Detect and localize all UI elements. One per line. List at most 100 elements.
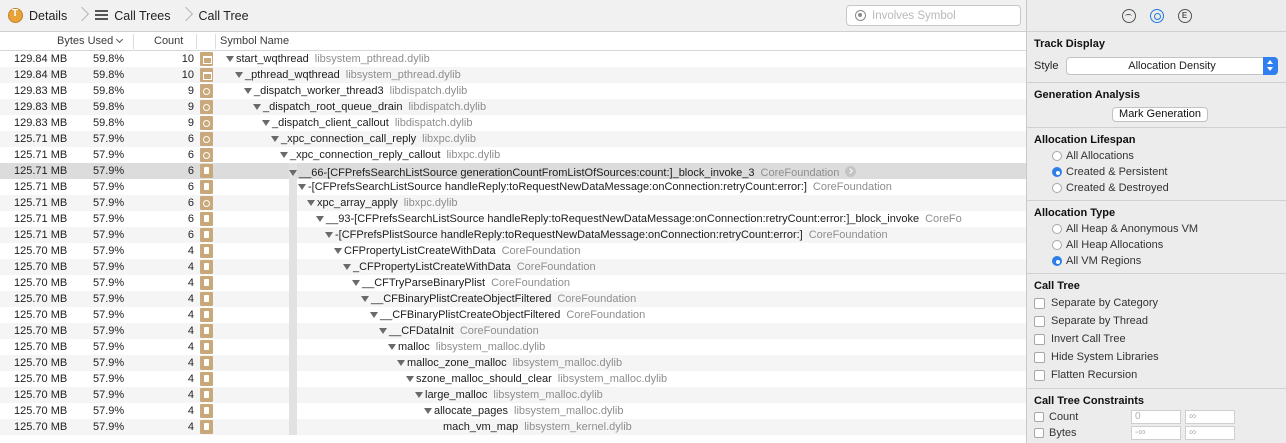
- disclosure-triangle-icon[interactable]: [352, 280, 360, 286]
- constraint-min-field[interactable]: -∞: [1131, 426, 1181, 440]
- table-row[interactable]: 129.84 MB 59.8% 10 _pthread_wqthread libsyst…: [0, 67, 1026, 83]
- table-row[interactable]: 125.70 MB 57.9% 4 large_malloc libsystem_mal…: [0, 387, 1026, 403]
- disclosure-triangle-icon[interactable]: [370, 312, 378, 318]
- gear-icon[interactable]: [1149, 8, 1164, 23]
- table-row[interactable]: 125.70 MB 57.9% 4 malloc_zone_malloc libsyst…: [0, 355, 1026, 371]
- radio-option[interactable]: All Heap Allocations: [1034, 237, 1286, 253]
- disclosure-triangle-icon[interactable]: [397, 360, 405, 366]
- disclosure-triangle-icon[interactable]: [262, 120, 270, 126]
- disclosure-triangle-icon[interactable]: [406, 376, 414, 382]
- column-divider[interactable]: [196, 34, 197, 49]
- focus-arrow-icon[interactable]: [845, 166, 857, 177]
- mark-generation-button[interactable]: Mark Generation: [1112, 107, 1208, 122]
- disclosure-triangle-icon[interactable]: [253, 104, 261, 110]
- checkbox-option[interactable]: Flatten Recursion: [1032, 366, 1286, 384]
- disclosure-triangle-icon[interactable]: [316, 216, 324, 222]
- table-row[interactable]: 129.83 MB 59.8% 9 _dispatch_root_queue_drai…: [0, 99, 1026, 115]
- disclosure-triangle-icon[interactable]: [325, 232, 333, 238]
- disclosure-triangle-icon[interactable]: [424, 408, 432, 414]
- search-input[interactable]: [872, 9, 1012, 22]
- disclosure-triangle-icon[interactable]: [244, 88, 252, 94]
- disclosure-triangle-icon[interactable]: [343, 264, 351, 270]
- symbol-name: __CFBinaryPlistCreateObjectFiltered: [371, 293, 552, 305]
- table-row[interactable]: 125.70 MB 57.9% 4 _CFPropertyListCreateWith…: [0, 259, 1026, 275]
- breadcrumb-call-tree-label: Call Tree: [198, 8, 249, 23]
- column-divider[interactable]: [215, 34, 216, 49]
- column-symbol-name[interactable]: Symbol Name: [220, 35, 289, 47]
- disclosure-triangle-icon[interactable]: [379, 328, 387, 334]
- table-row[interactable]: 125.70 MB 57.9% 4 mach_vm_map libsystem_kern…: [0, 419, 1026, 435]
- breadcrumb-call-tree[interactable]: Call Tree: [199, 0, 249, 32]
- extended-icon[interactable]: E: [1177, 8, 1192, 23]
- breadcrumb-call-trees[interactable]: Call Trees: [95, 0, 171, 32]
- checkbox[interactable]: [1034, 315, 1045, 327]
- checkbox-option[interactable]: Invert Call Tree: [1032, 330, 1286, 348]
- table-row[interactable]: 125.70 MB 57.9% 4 malloc libsystem_malloc.dy…: [0, 339, 1026, 355]
- table-row[interactable]: 125.71 MB 57.9% 6 -[CFPrefsSearchListSource…: [0, 179, 1026, 195]
- table-row[interactable]: 125.70 MB 57.9% 4 szone_malloc_should_clear…: [0, 371, 1026, 387]
- table-row[interactable]: 125.71 MB 57.9% 6 _xpc_connection_reply_cal…: [0, 147, 1026, 163]
- radio-button[interactable]: [1052, 167, 1062, 177]
- table-row[interactable]: 125.70 MB 57.9% 4 CFPropertyListCreateWithD…: [0, 243, 1026, 259]
- disclosure-triangle-icon[interactable]: [289, 170, 297, 176]
- indent-guide: [289, 419, 297, 435]
- style-select[interactable]: Allocation Density: [1066, 57, 1278, 75]
- column-divider[interactable]: [133, 34, 134, 49]
- radio-option[interactable]: All Allocations: [1034, 148, 1286, 164]
- radio-option[interactable]: Created & Destroyed: [1034, 180, 1286, 196]
- wave-icon[interactable]: [1121, 8, 1136, 23]
- radio-option[interactable]: All VM Regions: [1034, 253, 1286, 269]
- column-count[interactable]: Count: [154, 35, 183, 47]
- disclosure-triangle-icon[interactable]: [361, 296, 369, 302]
- disclosure-triangle-icon[interactable]: [334, 248, 342, 254]
- disclosure-triangle-icon[interactable]: [298, 184, 306, 190]
- count-cell: 4: [187, 261, 194, 273]
- disclosure-triangle-icon[interactable]: [280, 152, 288, 158]
- radio-button[interactable]: [1052, 224, 1062, 234]
- document-category-icon: [200, 276, 213, 290]
- symbol-cell: _pthread_wqthread libsystem_pthread.dylib: [235, 69, 461, 81]
- table-row[interactable]: 125.71 MB 57.9% 6 xpc_array_apply libxpc.dyl…: [0, 195, 1026, 211]
- table-row[interactable]: 125.70 MB 57.9% 4 allocate_pages libsystem_m…: [0, 403, 1026, 419]
- table-row[interactable]: 125.71 MB 57.9% 6 _xpc_connection_call_repl…: [0, 131, 1026, 147]
- table-row[interactable]: 125.71 MB 57.9% 6 -[CFPrefsPlistSource hand…: [0, 227, 1026, 243]
- checkbox-option[interactable]: Hide System Libraries: [1032, 348, 1286, 366]
- radio-button[interactable]: [1052, 183, 1062, 193]
- table-row[interactable]: 125.70 MB 57.9% 4 __CFBinaryPlistCreateObje…: [0, 291, 1026, 307]
- radio-option[interactable]: All Heap & Anonymous VM: [1034, 221, 1286, 237]
- checkbox[interactable]: [1034, 351, 1045, 363]
- symbol-cell: __CFBinaryPlistCreateObjectFiltered CoreF…: [361, 293, 636, 305]
- disclosure-triangle-icon[interactable]: [235, 72, 243, 78]
- table-row[interactable]: 125.71 MB 57.9% 6 __93-[CFPrefsSearchListSo…: [0, 211, 1026, 227]
- disclosure-triangle-icon[interactable]: [307, 200, 315, 206]
- disclosure-triangle-icon[interactable]: [271, 136, 279, 142]
- checkbox[interactable]: [1034, 297, 1045, 309]
- disclosure-triangle-icon[interactable]: [226, 56, 234, 62]
- checkbox[interactable]: [1034, 412, 1044, 422]
- table-row[interactable]: 125.70 MB 57.9% 4 __CFTryParseBinaryPlist Co…: [0, 275, 1026, 291]
- checkbox-option[interactable]: Separate by Category: [1032, 294, 1286, 312]
- radio-button[interactable]: [1052, 240, 1062, 250]
- table-row[interactable]: 125.70 MB 57.9% 4 __CFDataInit CoreFoundatio…: [0, 323, 1026, 339]
- radio-button[interactable]: [1052, 151, 1062, 161]
- constraint-max-field[interactable]: ∞: [1185, 426, 1235, 440]
- breadcrumb-details[interactable]: Details: [0, 0, 67, 32]
- radio-option[interactable]: Created & Persistent: [1034, 164, 1286, 180]
- constraint-max-field[interactable]: ∞: [1185, 410, 1235, 424]
- constraint-min-field[interactable]: 0: [1131, 410, 1181, 424]
- disclosure-triangle-icon[interactable]: [415, 392, 423, 398]
- checkbox-option[interactable]: Separate by Thread: [1032, 312, 1286, 330]
- search-field[interactable]: [846, 5, 1021, 26]
- table-row[interactable]: 129.83 MB 59.8% 9 _dispatch_worker_thread3 l…: [0, 83, 1026, 99]
- checkbox-label: Separate by Thread: [1051, 315, 1149, 327]
- disclosure-triangle-icon[interactable]: [388, 344, 396, 350]
- radio-button[interactable]: [1052, 256, 1062, 266]
- checkbox[interactable]: [1034, 428, 1044, 438]
- checkbox[interactable]: [1034, 333, 1045, 345]
- table-row[interactable]: 129.83 MB 59.8% 9 _dispatch_client_callout l…: [0, 115, 1026, 131]
- checkbox[interactable]: [1034, 369, 1045, 381]
- table-row[interactable]: 125.71 MB 57.9% 6 __66-[CFPrefsSearchListSo…: [0, 163, 1026, 179]
- table-row[interactable]: 129.84 MB 59.8% 10 start_wqthread libsystem_…: [0, 51, 1026, 67]
- column-bytes-used[interactable]: Bytes Used: [57, 35, 124, 47]
- table-row[interactable]: 125.70 MB 57.9% 4 __CFBinaryPlistCreateObje…: [0, 307, 1026, 323]
